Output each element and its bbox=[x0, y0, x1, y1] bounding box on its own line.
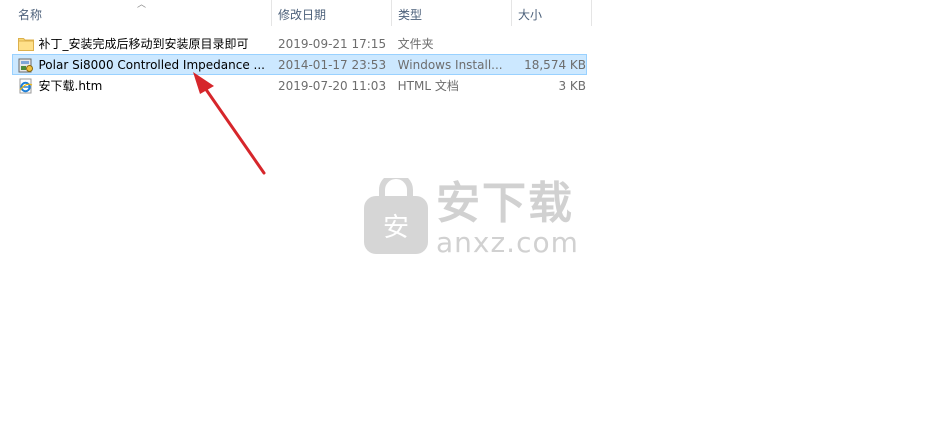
watermark-badge-text: 安 bbox=[383, 213, 409, 243]
watermark-domain: anxz.com bbox=[436, 226, 579, 259]
watermark-logo: 安 安下载 anxz.com bbox=[362, 178, 592, 262]
shield-lock-icon: 安 bbox=[364, 178, 428, 254]
watermark-title: 安下载 bbox=[436, 178, 574, 229]
